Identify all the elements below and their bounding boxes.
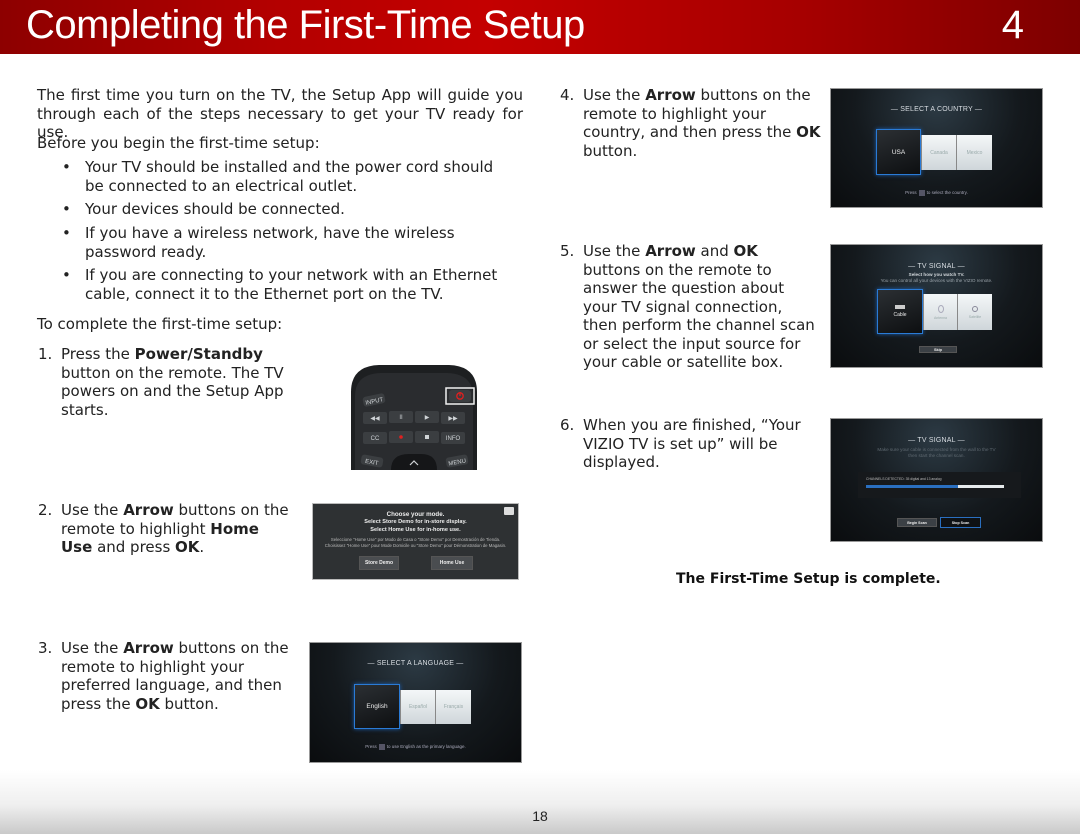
step-2: 2. Use the Arrow buttons on the remote to… (38, 501, 291, 557)
signal-option-cable: Cable (877, 289, 923, 334)
chapter-banner: Completing the First-Time Setup 4 (0, 0, 1080, 54)
mode-line-1: Select Store Demo for in-store display. (364, 519, 467, 525)
step-4: 4. Use the Arrow buttons on the remote to… (560, 86, 823, 160)
stop-scan-button: Stop Scan (940, 517, 981, 528)
step-emphasis: Arrow (123, 501, 174, 519)
home-use-button: Home Use (431, 556, 473, 570)
country-title: — SELECT A COUNTRY — (890, 106, 983, 113)
signal-title: — TV SIGNAL — (908, 263, 965, 270)
page-number: 18 (532, 808, 548, 824)
completion-message: The First-Time Setup is complete. (676, 571, 941, 587)
svg-text:▶: ▶ (425, 415, 430, 421)
step-1: 1. Press the Power/Standby button on the … (38, 345, 296, 419)
language-option-espanol: Español (400, 690, 435, 724)
step-number: 2. (38, 501, 53, 519)
step-6: 6. When you are finished, “Your VIZIO TV … (560, 416, 813, 472)
bullet-icon: • (62, 266, 71, 284)
bullet-icon: • (62, 200, 71, 218)
signal-option-antenna: Antenna (923, 294, 957, 330)
cable-box-icon (895, 305, 905, 309)
step-emphasis: Arrow (123, 639, 174, 657)
step-text: Use the (61, 501, 124, 519)
country-screen-image: — SELECT A COUNTRY — USA Canada Mexico P… (830, 88, 1043, 208)
step-emphasis: OK (135, 694, 160, 713)
step-text: . (199, 538, 205, 556)
mode-french: Choisissez "Home Use" pour Mode Domicile… (324, 543, 507, 548)
country-hint: Press to select the country. (905, 190, 968, 196)
step-text: When you are finished, “Your VIZIO TV is… (583, 416, 801, 471)
step-text: buttons on the remote to answer the ques… (583, 260, 815, 372)
bullet-icon: • (62, 224, 71, 242)
bullet-item: • If you have a wireless network, have t… (62, 224, 455, 261)
step-text: Use the (583, 242, 646, 260)
step-text: button. (583, 141, 638, 160)
step-number: 4. (560, 86, 575, 104)
mode-line-2: Select Home Use for in-home use. (370, 527, 461, 533)
svg-text:▶▶: ▶▶ (448, 416, 458, 422)
begin-scan-button: Begin Scan (897, 518, 937, 527)
step-text: button. (159, 694, 219, 713)
signal-subtitle-2: You can control all your devices with th… (880, 278, 993, 283)
skip-button: Skip (919, 346, 957, 353)
language-title: — SELECT A LANGUAGE — (367, 660, 464, 667)
language-option-english: English (354, 684, 400, 729)
scan-progress-fill (866, 485, 959, 488)
step-emphasis: OK (796, 123, 821, 141)
scan-status: CHANNELS DETECTED: 35 digital and 13 ana… (866, 477, 942, 481)
step-text: and press (92, 538, 176, 556)
svg-text:CC: CC (371, 436, 380, 442)
bullet-item: • If you are connecting to your network … (62, 266, 498, 303)
language-hint: Press to use English as the primary langu… (365, 744, 466, 750)
country-option-canada: Canada (921, 135, 956, 170)
satellite-icon (972, 305, 978, 312)
svg-text:◀◀: ◀◀ (370, 416, 380, 422)
bullet-item: • Your TV should be installed and the po… (62, 158, 494, 195)
page-title: Completing the First-Time Setup (26, 3, 585, 47)
step-5: 5. Use the Arrow and OK buttons on the re… (560, 242, 819, 372)
store-demo-button: Store Demo (359, 556, 399, 570)
mode-title: Choose your mode. (386, 511, 445, 518)
step-emphasis: Arrow (645, 86, 696, 104)
signal-option-satellite: Satellite (957, 294, 992, 330)
step-text: button on the remote. The TV powers on a… (61, 363, 284, 419)
step-text: Press the (61, 345, 135, 363)
scan-title: — TV SIGNAL — (908, 437, 965, 444)
step-emphasis: Power/Standby (134, 345, 263, 363)
country-option-mexico: Mexico (956, 135, 992, 170)
chapter-number: 4 (1001, 3, 1024, 47)
signal-screen-image: — TV SIGNAL — Select how you watch TV. Y… (830, 244, 1043, 368)
mode-spanish: Seleccione "Home Use" por Modo de Casa o… (330, 537, 501, 542)
ok-key-icon (378, 744, 385, 750)
step-emphasis: Arrow (645, 242, 696, 260)
step-3: 3. Use the Arrow buttons on the remote to… (38, 639, 296, 713)
country-option-usa: USA (876, 129, 921, 175)
step-text: Use the (61, 639, 124, 657)
scan-panel: CHANNELS DETECTED: 35 digital and 13 ana… (858, 472, 1021, 498)
step-text: and (695, 242, 734, 260)
step-text: Use the (583, 86, 646, 104)
step-emphasis: OK (733, 242, 758, 260)
step-number: 6. (560, 416, 575, 434)
step-number: 3. (38, 639, 53, 657)
step-number: 1. (38, 345, 53, 363)
antenna-icon (937, 304, 944, 313)
bullet-item: • Your devices should be connected. (62, 200, 345, 218)
scan-subtitle-2: then start the channel scan. (908, 453, 965, 458)
svg-text:II: II (399, 415, 403, 421)
complete-label: To complete the first-time setup: (37, 315, 283, 333)
scan-screen-image: — TV SIGNAL — Make sure your cable is co… (830, 418, 1043, 542)
step-emphasis: OK (175, 538, 200, 556)
bullet-icon: • (62, 158, 71, 176)
svg-text:INFO: INFO (446, 436, 461, 442)
language-screen-image: — SELECT A LANGUAGE — English Español Fr… (309, 642, 522, 763)
before-label: Before you begin the first-time setup: (37, 134, 320, 152)
page-footer (0, 770, 1080, 834)
remote-image: INPUT ◀◀ II ▶ ▶▶ CC INFO EXIT MENU (349, 362, 479, 470)
mode-screen-image: Choose your mode. Select Store Demo for … (312, 503, 519, 580)
ok-key-icon (918, 190, 925, 196)
language-option-francais: Français (435, 690, 471, 724)
step-number: 5. (560, 242, 575, 260)
scan-progress-track (866, 485, 1004, 488)
